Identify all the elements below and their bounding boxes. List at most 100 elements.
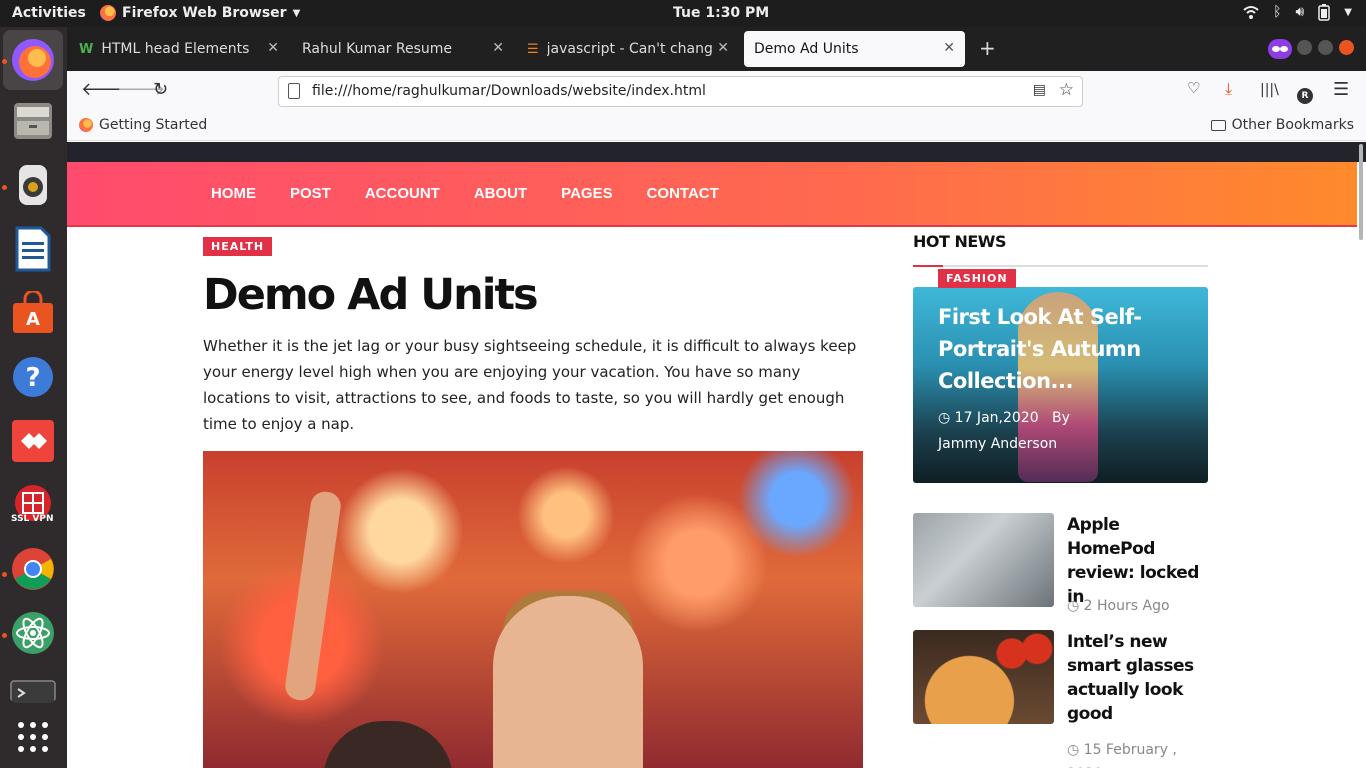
featured-author[interactable]: Jammy Anderson [938, 436, 1057, 452]
heading-divider [913, 265, 1208, 267]
dock-help[interactable]: ? [9, 353, 57, 401]
pocket-icon[interactable]: ♡ [1187, 79, 1200, 97]
account-initial: R [1297, 88, 1313, 104]
bluetooth-icon: ᛒ [1273, 4, 1282, 20]
firefox-icon [79, 118, 93, 132]
stackoverflow-icon: ☰ [527, 41, 539, 57]
terminal-icon [10, 680, 56, 703]
category-badge[interactable]: HEALTH [203, 237, 273, 256]
news-meta: ◷ 15 February , 2020 [1067, 738, 1187, 768]
atom-icon [12, 612, 54, 654]
close-tab-icon[interactable]: ✕ [267, 40, 279, 56]
dock-atom[interactable] [9, 609, 57, 657]
nav-about[interactable]: ABOUT [474, 185, 527, 202]
news-thumbnail[interactable] [913, 513, 1054, 607]
nav-pages[interactable]: PAGES [561, 185, 612, 202]
tab-label: Rahul Kumar Resume [302, 41, 452, 57]
dock-anydesk[interactable] [9, 417, 57, 465]
account-avatar[interactable]: R [1297, 82, 1313, 104]
dock-ubuntu-software[interactable]: A [9, 289, 57, 337]
tab-rahul-kumar-resume[interactable]: Rahul Kumar Resume ✕ [292, 31, 514, 67]
featured-by: By [1051, 410, 1070, 426]
clock-icon: ◷ [1067, 742, 1080, 758]
dock-ssl-vpn[interactable]: SSL VPN [9, 481, 57, 529]
running-indicator [2, 633, 7, 638]
bookmark-getting-started[interactable]: Getting Started [79, 117, 207, 133]
page-icon [288, 83, 300, 99]
news-title[interactable]: Intel’s new smart glasses actually look … [1067, 630, 1212, 726]
svg-text:?: ? [25, 363, 40, 393]
news-title[interactable]: Apple HomePod review: locked in [1067, 513, 1212, 609]
speaker-icon [19, 165, 47, 205]
system-top-bar: Activities Firefox Web Browser ▼ Tue 1:3… [0, 0, 1366, 27]
dock-show-applications[interactable] [9, 713, 57, 761]
firefox-icon [100, 5, 116, 21]
close-window-button[interactable] [1339, 40, 1354, 55]
article-hero-image [203, 451, 863, 768]
hero-arm-shape [283, 489, 343, 703]
system-tray[interactable]: ᛒ 🔊︎ ▼ [1243, 4, 1352, 21]
running-indicator [2, 185, 7, 190]
files-icon [14, 103, 52, 139]
chevron-down-icon: ▼ [1344, 7, 1352, 18]
main-navigation: HOME POST ACCOUNT ABOUT PAGES CONTACT [67, 162, 1357, 227]
tab-html-head-elements[interactable]: W HTML head Elements ✕ [69, 31, 289, 67]
nav-contact[interactable]: CONTACT [647, 185, 719, 202]
library-icon[interactable]: |||\ [1260, 82, 1279, 98]
reader-view-icon[interactable]: ▤ [1033, 82, 1046, 98]
reload-icon[interactable]: ↻ [153, 79, 168, 100]
featured-title[interactable]: First Look At Self-Portrait's Autumn Col… [938, 301, 1188, 397]
running-indicator [2, 572, 7, 577]
clock-icon: ◷ [1067, 598, 1080, 614]
bookmarks-toolbar: Getting Started Other Bookmarks [67, 111, 1366, 141]
close-tab-icon[interactable]: ✕ [492, 40, 504, 56]
dock-libreoffice-writer[interactable] [9, 225, 57, 273]
nav-post[interactable]: POST [290, 185, 331, 202]
news-time: 15 February , 2020 [1067, 742, 1177, 768]
minimize-button[interactable] [1297, 40, 1312, 55]
download-icon[interactable]: ⤓ [1225, 79, 1232, 99]
clock[interactable]: Tue 1:30 PM [673, 5, 769, 21]
w3schools-icon: W [79, 41, 94, 57]
tab-javascript-stackoverflow[interactable]: ☰ javascript - Can't change ✕ [517, 31, 739, 67]
news-time: 2 Hours Ago [1083, 598, 1170, 614]
help-icon: ? [13, 357, 53, 397]
tab-demo-ad-units[interactable]: Demo Ad Units ✕ [744, 31, 965, 67]
url-bar[interactable]: file:///home/raghulkumar/Downloads/websi… [278, 76, 1083, 107]
news-item[interactable]: Intel’s new smart glasses actually look … [913, 630, 1208, 768]
url-text[interactable]: file:///home/raghulkumar/Downloads/websi… [312, 83, 706, 99]
close-tab-icon[interactable]: ✕ [717, 40, 729, 56]
news-thumbnail[interactable] [913, 630, 1054, 724]
writer-document-icon [15, 226, 51, 272]
hamburger-menu-icon[interactable]: ☰ [1333, 79, 1349, 100]
close-tab-icon[interactable]: ✕ [943, 40, 955, 56]
new-tab-button[interactable]: + [979, 36, 996, 60]
chevron-down-icon: ▼ [292, 7, 301, 19]
bookmark-star-icon[interactable]: ☆ [1059, 80, 1074, 100]
app-menu[interactable]: Firefox Web Browser ▼ [100, 5, 300, 21]
volume-icon: 🔊︎ [1295, 4, 1305, 20]
anydesk-icon [12, 420, 54, 462]
battery-icon [1318, 4, 1331, 21]
nav-account[interactable]: ACCOUNT [365, 185, 440, 202]
fashion-badge[interactable]: FASHION [938, 269, 1016, 288]
page-scrollbar[interactable] [1359, 144, 1363, 240]
tab-bar: W HTML head Elements ✕ Rahul Kumar Resum… [67, 27, 1366, 71]
running-indicator [2, 59, 7, 64]
featured-news-card[interactable]: First Look At Self-Portrait's Autumn Col… [913, 287, 1208, 483]
other-bookmarks[interactable]: Other Bookmarks [1210, 117, 1354, 133]
svg-text:A: A [26, 309, 40, 330]
private-browsing-icon [1268, 39, 1292, 59]
activities-button[interactable]: Activities [12, 5, 86, 21]
maximize-button[interactable] [1318, 40, 1333, 55]
wifi-icon [1243, 6, 1259, 19]
article-title: Demo Ad Units [203, 270, 539, 320]
news-item[interactable]: Apple HomePod review: locked in ◷ 2 Hour… [913, 513, 1208, 623]
dock-files[interactable] [9, 97, 57, 145]
dock-rhythmbox[interactable] [9, 161, 57, 209]
dock-firefox[interactable] [3, 30, 63, 90]
dock-chrome[interactable] [9, 545, 57, 593]
dock-terminal[interactable] [9, 673, 57, 703]
nav-home[interactable]: HOME [211, 185, 256, 202]
hero-person-shape [493, 596, 643, 768]
